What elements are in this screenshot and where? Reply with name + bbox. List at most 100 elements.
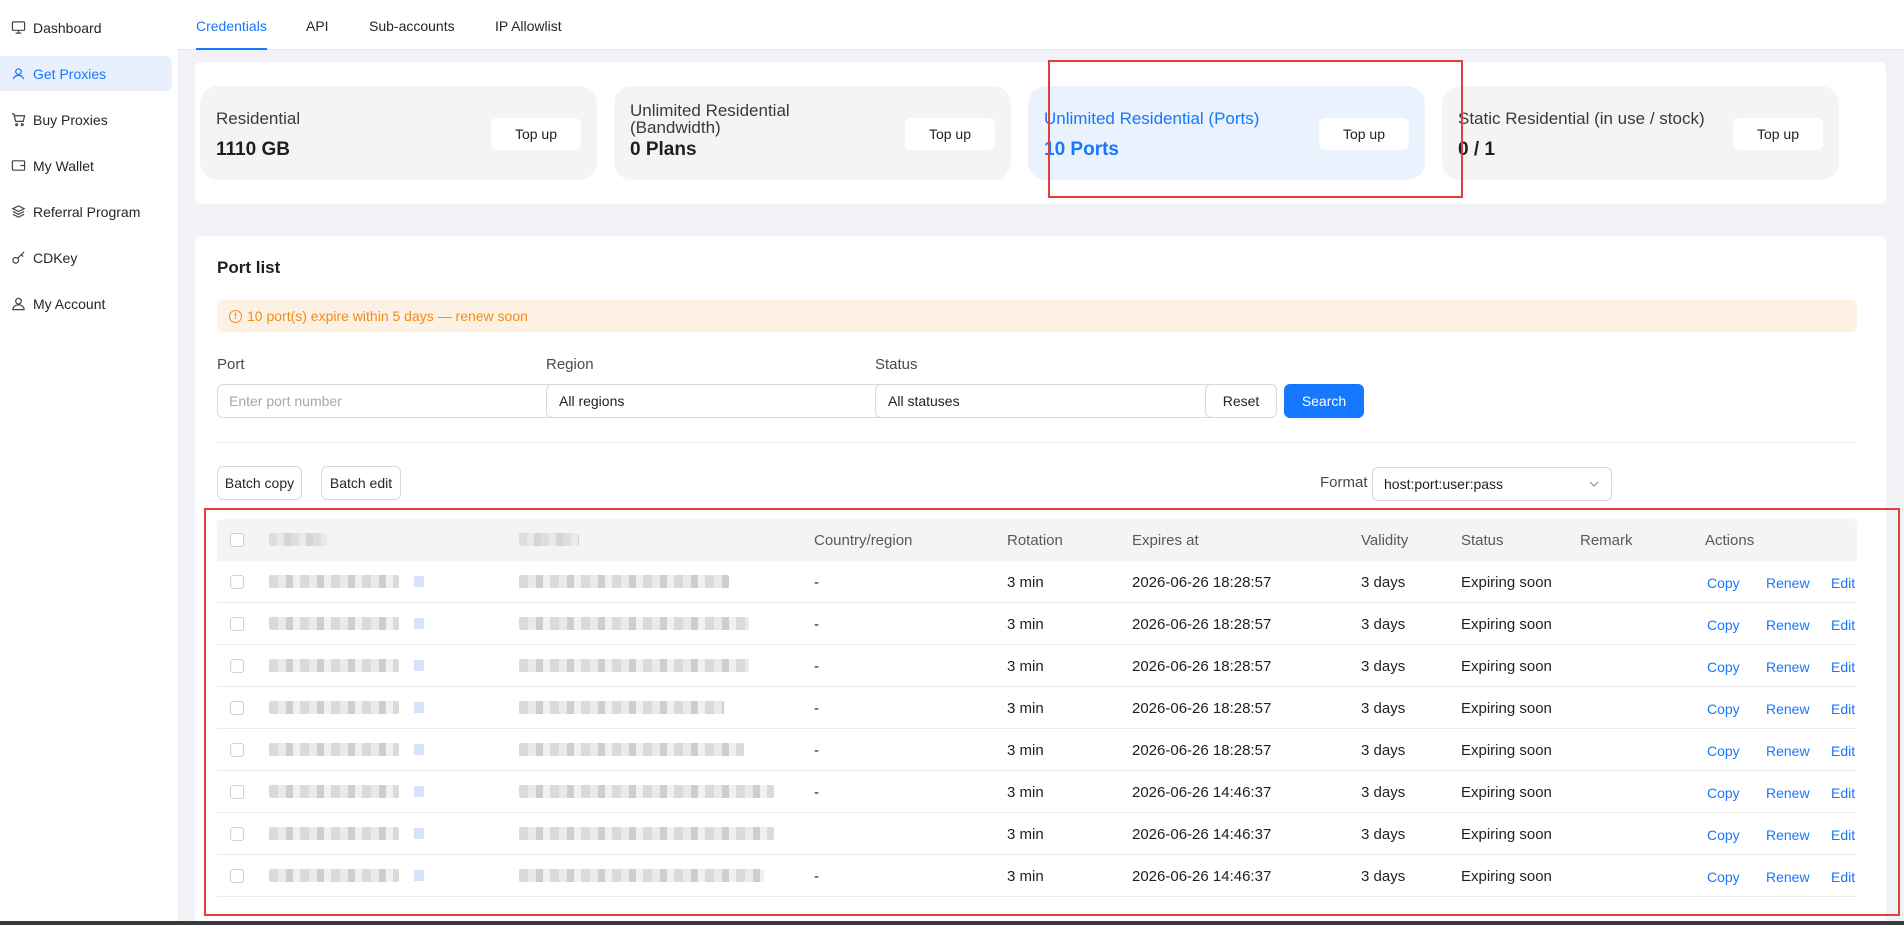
tab-credentials[interactable]: Credentials — [196, 0, 267, 50]
redacted-marker — [414, 618, 424, 629]
edit-link[interactable]: Edit — [1831, 701, 1855, 717]
cell-validity: 3 days — [1361, 826, 1406, 843]
sidebar-item-label: Dashboard — [33, 19, 102, 36]
redacted-marker — [414, 660, 424, 671]
redacted-host — [269, 827, 399, 840]
sidebar-item-label: Get Proxies — [33, 65, 107, 82]
copy-link[interactable]: Copy — [1707, 617, 1740, 633]
top-up-button[interactable]: Top up — [1319, 118, 1409, 150]
sidebar-item-my-account[interactable]: My Account — [0, 286, 172, 321]
port-list-panel: Port list ! 10 port(s) expire within 5 d… — [195, 236, 1886, 925]
copy-link[interactable]: Copy — [1707, 575, 1740, 591]
copy-link[interactable]: Copy — [1707, 827, 1740, 843]
renew-link[interactable]: Renew — [1766, 827, 1810, 843]
edit-link[interactable]: Edit — [1831, 827, 1855, 843]
tab-api[interactable]: API — [306, 0, 329, 50]
format-label: Format — [1320, 474, 1368, 491]
batch-copy-button[interactable]: Batch copy — [217, 466, 302, 500]
copy-link[interactable]: Copy — [1707, 701, 1740, 717]
redacted-credentials — [519, 785, 774, 798]
row-checkbox[interactable] — [230, 701, 244, 715]
row-checkbox[interactable] — [230, 575, 244, 589]
cell-rotation: 3 min — [1007, 826, 1044, 843]
cell-rotation: 3 min — [1007, 742, 1044, 759]
redacted-header — [519, 533, 579, 546]
wallet-icon — [10, 158, 26, 174]
copy-link[interactable]: Copy — [1707, 743, 1740, 759]
redacted-credentials — [519, 827, 774, 840]
redacted-marker — [414, 576, 424, 587]
renew-link[interactable]: Renew — [1766, 743, 1810, 759]
renew-link[interactable]: Renew — [1766, 785, 1810, 801]
edit-link[interactable]: Edit — [1831, 869, 1855, 885]
col-actions: Actions — [1705, 532, 1755, 549]
divider — [217, 442, 1857, 443]
port-label: Port — [217, 356, 245, 373]
balance-cards: Residential 1110 GB Top up Unlimited Res… — [195, 62, 1886, 204]
proxy-user-icon — [10, 66, 26, 82]
edit-link[interactable]: Edit — [1831, 575, 1855, 591]
renew-link[interactable]: Renew — [1766, 659, 1810, 675]
row-checkbox[interactable] — [230, 869, 244, 883]
cell-expires: 2026-06-26 18:28:57 — [1132, 616, 1272, 633]
cell-validity: 3 days — [1361, 616, 1406, 633]
sidebar-item-buy-proxies[interactable]: Buy Proxies — [0, 102, 172, 137]
top-up-button[interactable]: Top up — [905, 118, 995, 150]
redacted-credentials — [519, 743, 744, 756]
edit-link[interactable]: Edit — [1831, 617, 1855, 633]
row-checkbox[interactable] — [230, 617, 244, 631]
cell-expires: 2026-06-26 14:46:37 — [1132, 784, 1272, 801]
redacted-marker — [414, 828, 424, 839]
renew-link[interactable]: Renew — [1766, 701, 1810, 717]
redacted-marker — [414, 786, 424, 797]
edit-link[interactable]: Edit — [1831, 743, 1855, 759]
renew-link[interactable]: Renew — [1766, 869, 1810, 885]
copy-link[interactable]: Copy — [1707, 785, 1740, 801]
sidebar-item-dashboard[interactable]: Dashboard — [0, 10, 172, 45]
table-row: 3 min 2026-06-26 14:46:37 3 days Expiring s… — [217, 813, 1857, 855]
row-checkbox[interactable] — [230, 827, 244, 841]
renew-link[interactable]: Renew — [1766, 575, 1810, 591]
search-button[interactable]: Search — [1284, 384, 1364, 418]
edit-link[interactable]: Edit — [1831, 785, 1855, 801]
card-value: 10 Ports — [1044, 139, 1119, 160]
cell-expires: 2026-06-26 14:46:37 — [1132, 826, 1272, 843]
reset-button[interactable]: Reset — [1205, 384, 1277, 418]
select-all-checkbox[interactable] — [230, 533, 244, 547]
batch-edit-button[interactable]: Batch edit — [321, 466, 401, 500]
cell-status: Expiring soon — [1461, 616, 1552, 633]
card-title: Unlimited Residential (Ports) — [1044, 109, 1260, 128]
table-row: - 3 min 2026-06-26 14:46:37 3 days Expiring … — [217, 771, 1857, 813]
redacted-host — [269, 701, 399, 714]
table-row: - 3 min 2026-06-26 18:28:57 3 days Expiring … — [217, 561, 1857, 603]
renew-link[interactable]: Renew — [1766, 617, 1810, 633]
sidebar-item-referral-program[interactable]: Referral Program — [0, 194, 172, 229]
row-checkbox[interactable] — [230, 743, 244, 757]
redacted-marker — [414, 744, 424, 755]
sidebar-item-get-proxies[interactable]: Get Proxies — [0, 56, 172, 91]
edit-link[interactable]: Edit — [1831, 659, 1855, 675]
sidebar: Dashboard Get Proxies Buy Proxies My Wal… — [0, 0, 178, 925]
row-checkbox[interactable] — [230, 659, 244, 673]
row-checkbox[interactable] — [230, 785, 244, 799]
redacted-credentials — [519, 617, 749, 630]
redacted-host — [269, 869, 399, 882]
copy-link[interactable]: Copy — [1707, 659, 1740, 675]
top-up-button[interactable]: Top up — [1733, 118, 1823, 150]
card-title: Static Residential (in use / stock) — [1458, 109, 1705, 128]
top-up-button[interactable]: Top up — [491, 118, 581, 150]
card-static-residential: Static Residential (in use / stock) 0 / … — [1442, 86, 1839, 180]
copy-link[interactable]: Copy — [1707, 869, 1740, 885]
format-select[interactable]: host:port:user:pass — [1372, 467, 1612, 501]
sidebar-item-cdkey[interactable]: CDKey — [0, 240, 172, 275]
redacted-credentials — [519, 659, 749, 672]
card-unlimited-bandwidth: Unlimited Residential (Bandwidth) 0 Plan… — [614, 86, 1011, 180]
cell-status: Expiring soon — [1461, 574, 1552, 591]
tab-sub-accounts[interactable]: Sub-accounts — [369, 0, 455, 50]
cell-validity: 3 days — [1361, 574, 1406, 591]
tab-ip-allowlist[interactable]: IP Allowlist — [495, 0, 562, 50]
dashboard-icon — [10, 20, 26, 36]
sidebar-item-label: Referral Program — [33, 203, 141, 220]
col-country: Country/region — [814, 532, 913, 549]
sidebar-item-my-wallet[interactable]: My Wallet — [0, 148, 172, 183]
